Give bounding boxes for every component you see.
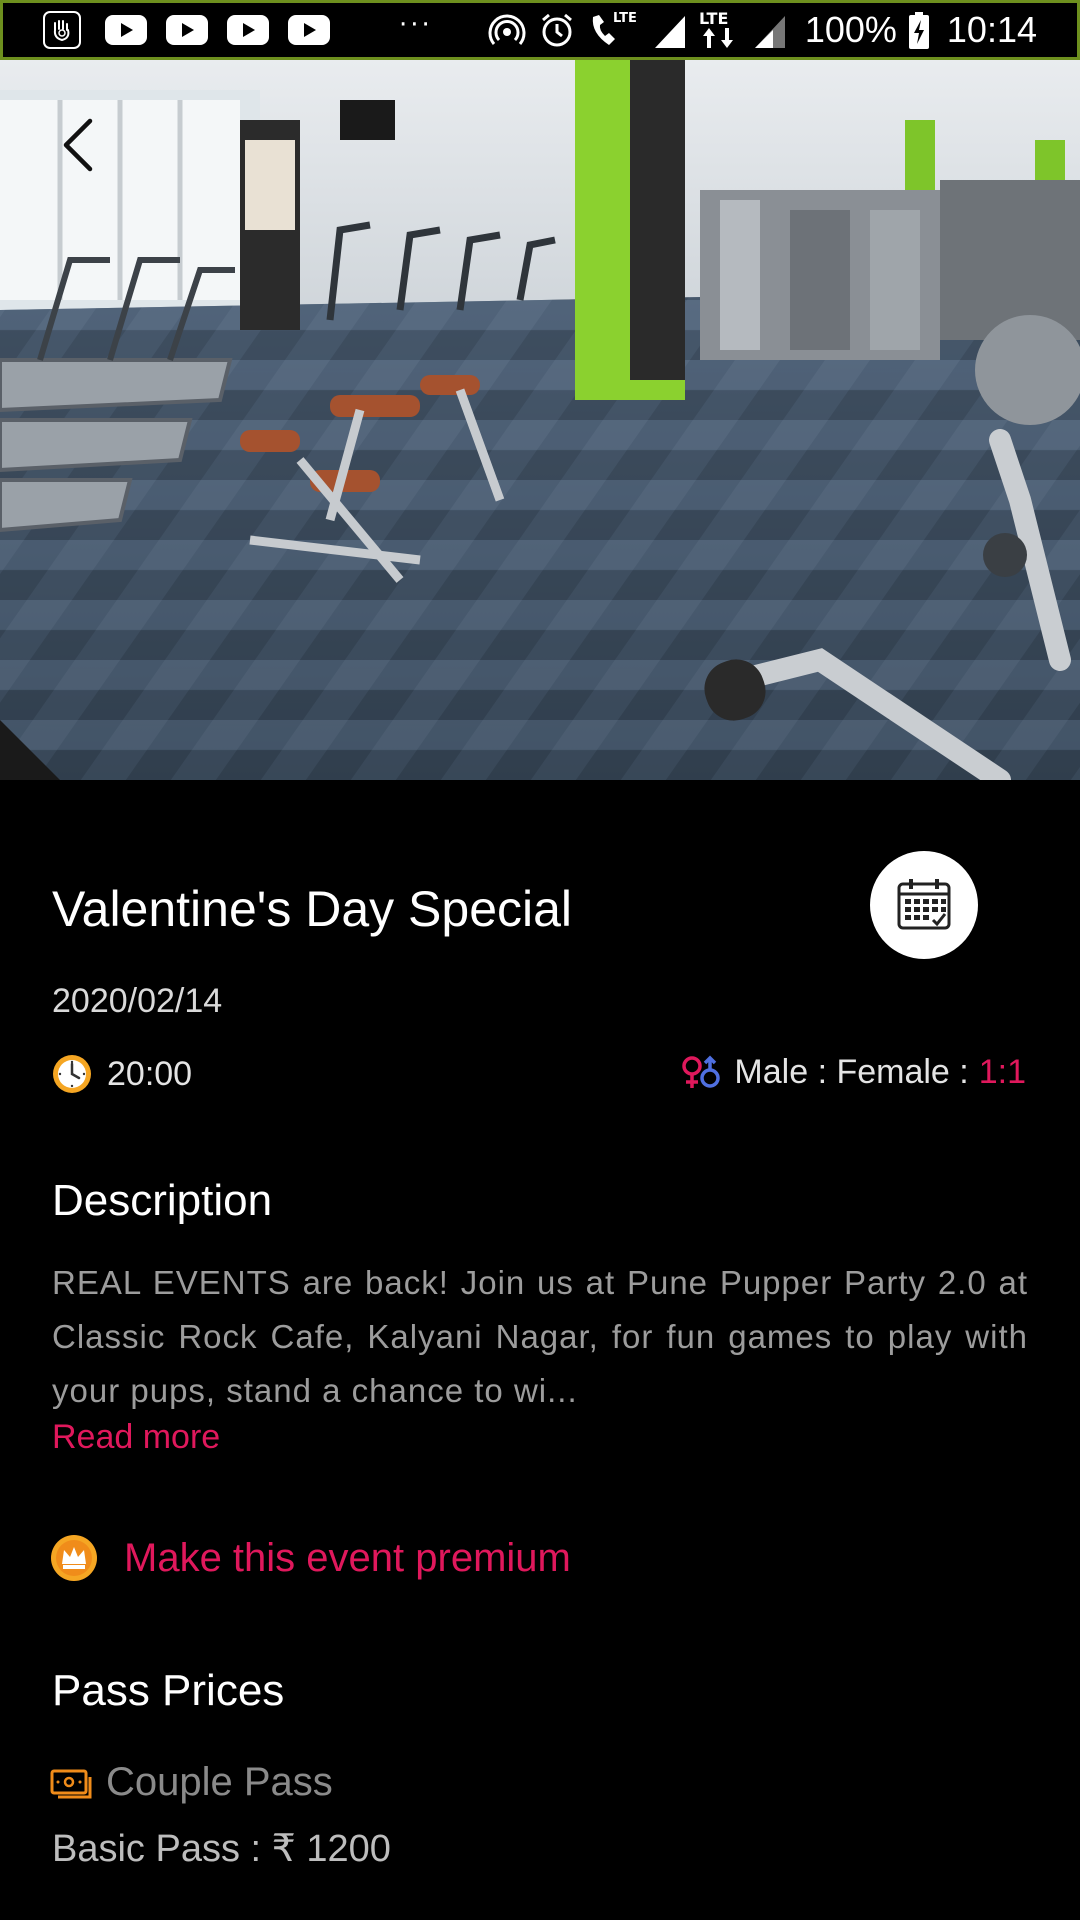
back-button[interactable] — [48, 110, 108, 180]
battery-charging-icon — [908, 12, 929, 49]
make-premium-label: Make this event premium — [124, 1535, 571, 1580]
battery-percentage: 100% — [804, 9, 897, 50]
read-more-link[interactable]: Read more — [52, 1418, 220, 1457]
status-bar: ··· LTE LTE 100% 10:14 — [0, 0, 1080, 60]
svg-text:LTE: LTE — [699, 9, 728, 28]
description-text: REAL EVENTS are back! Join us at Pune Pu… — [52, 1264, 1028, 1409]
event-title: Valentine's Day Special — [52, 881, 573, 937]
clock-icon — [53, 1055, 91, 1093]
calendar-icon — [897, 879, 951, 930]
clock-time: 10:14 — [946, 9, 1037, 50]
hotspot-icon — [488, 14, 526, 45]
signal-icon — [754, 16, 785, 48]
event-time: 20:00 — [107, 1054, 193, 1093]
couple-pass-row: Couple Pass — [50, 1760, 333, 1805]
ticket-icon — [50, 1769, 92, 1798]
more-notifications-indicator: ··· — [399, 10, 433, 40]
event-time-row: 20:00 — [52, 1054, 192, 1094]
svg-text:LTE: LTE — [613, 11, 637, 26]
hand-app-icon — [43, 11, 81, 49]
pass-prices-heading: Pass Prices — [52, 1666, 285, 1715]
pass-price: Basic Pass : ₹ 1200 — [52, 1828, 391, 1870]
event-date: 2020/02/14 — [52, 982, 223, 1020]
pass-name: Couple Pass — [106, 1760, 333, 1804]
youtube-icon — [288, 15, 330, 45]
alarm-icon — [541, 13, 572, 47]
youtube-icon — [166, 15, 208, 45]
chevron-left-icon — [63, 118, 93, 172]
lte-call-icon: LTE — [592, 11, 637, 45]
gender-ratio-label: Male : Female : — [734, 1053, 969, 1091]
add-to-calendar-button[interactable] — [870, 851, 978, 959]
description-heading: Description — [52, 1176, 273, 1225]
lte-data-icon: LTE — [699, 9, 733, 48]
youtube-icon — [227, 15, 269, 45]
gender-icon — [682, 1055, 721, 1088]
gender-ratio-value: 1:1 — [978, 1053, 1026, 1091]
gender-ratio: Male : Female : 1:1 — [680, 1053, 1026, 1092]
youtube-icon — [105, 15, 147, 45]
signal-icon — [654, 16, 685, 48]
event-cover-image — [0, 60, 1080, 780]
crown-icon — [51, 1535, 97, 1581]
make-premium-button[interactable]: Make this event premium — [50, 1534, 571, 1582]
